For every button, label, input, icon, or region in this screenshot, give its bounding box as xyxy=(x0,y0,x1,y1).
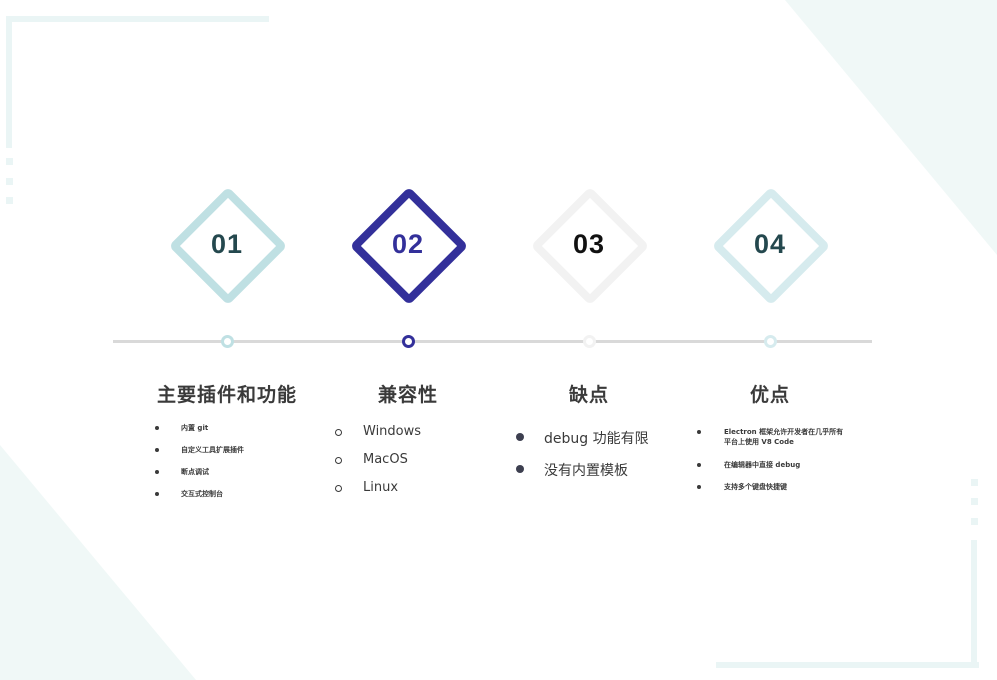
list-item: 支持多个键盘快捷键 xyxy=(697,482,857,504)
step-1-list: 内置 git 自定义工具扩展插件 断点调试 交互式控制台 xyxy=(155,423,315,511)
list-item-text: 交互式控制台 xyxy=(181,490,223,498)
list-item: Windows xyxy=(335,424,485,452)
frame-corner-bottom-right-vertical xyxy=(971,540,977,668)
list-item: 自定义工具扩展插件 xyxy=(155,445,315,467)
step-2-list: Windows MacOS Linux xyxy=(335,424,485,508)
frame-corner-bottom-right xyxy=(716,662,979,668)
step-2-title: 兼容性 xyxy=(377,384,438,406)
list-item: 断点调试 xyxy=(155,467,315,489)
step-4-list: Electron 框架允许开发者在几乎所有平台上使用 V8 Code 在编辑器中… xyxy=(697,427,857,504)
step-3-number: 03 xyxy=(572,229,606,259)
top-right-triangle xyxy=(785,0,997,255)
frame-dot xyxy=(971,479,978,486)
list-item-text: 断点调试 xyxy=(181,468,209,476)
frame-dot xyxy=(6,197,13,204)
bullet-dot xyxy=(155,470,159,474)
step-4-number: 04 xyxy=(753,229,787,259)
list-item: 没有内置模板 xyxy=(516,460,686,492)
list-item-text: 自定义工具扩展插件 xyxy=(181,446,244,454)
bullet-dot xyxy=(155,492,159,496)
list-item-text: 内置 git xyxy=(181,424,209,432)
bullet-circle xyxy=(335,485,342,492)
step-3-node xyxy=(583,335,596,348)
list-item: Linux xyxy=(335,480,485,508)
list-item-text: 在编辑器中直接 debug xyxy=(724,461,801,469)
step-3-title: 缺点 xyxy=(568,384,609,406)
bullet-dot xyxy=(697,463,701,467)
step-3-list: debug 功能有限 没有内置模板 xyxy=(516,428,686,492)
bullet-dot xyxy=(516,433,524,441)
list-item-text: MacOS xyxy=(363,452,408,467)
bullet-circle xyxy=(335,457,342,464)
frame-dot xyxy=(6,158,13,165)
frame-corner-top-left xyxy=(6,16,269,22)
list-item: debug 功能有限 xyxy=(516,428,686,460)
bullet-dot xyxy=(155,448,159,452)
list-item: MacOS xyxy=(335,452,485,480)
frame-dot xyxy=(971,518,978,525)
list-item-text: 没有内置模板 xyxy=(544,463,628,479)
step-2-number: 02 xyxy=(391,229,425,259)
bullet-circle xyxy=(335,429,342,436)
list-item: 交互式控制台 xyxy=(155,489,315,511)
list-item: 内置 git xyxy=(155,423,315,445)
list-item: Electron 框架允许开发者在几乎所有平台上使用 V8 Code xyxy=(697,427,857,460)
list-item-text: Linux xyxy=(363,480,399,495)
bullet-dot xyxy=(697,430,701,434)
frame-dot xyxy=(6,178,13,185)
list-item: 在编辑器中直接 debug xyxy=(697,460,857,482)
bullet-dot xyxy=(697,485,701,489)
list-item-text: Electron 框架允许开发者在几乎所有平台上使用 V8 Code xyxy=(724,428,844,446)
step-2-node xyxy=(402,335,415,348)
step-4-title: 优点 xyxy=(749,384,790,406)
step-1-node xyxy=(221,335,234,348)
bullet-dot xyxy=(516,465,524,473)
list-item-text: Windows xyxy=(363,424,422,439)
bullet-dot xyxy=(155,426,159,430)
list-item-text: 支持多个键盘快捷键 xyxy=(724,483,787,491)
step-1-title: 主要插件和功能 xyxy=(156,384,297,406)
list-item-text: debug 功能有限 xyxy=(544,431,649,447)
frame-corner-top-left-vertical xyxy=(6,16,12,148)
step-1-number: 01 xyxy=(210,229,244,259)
step-4-node xyxy=(764,335,777,348)
frame-dot xyxy=(971,498,978,505)
